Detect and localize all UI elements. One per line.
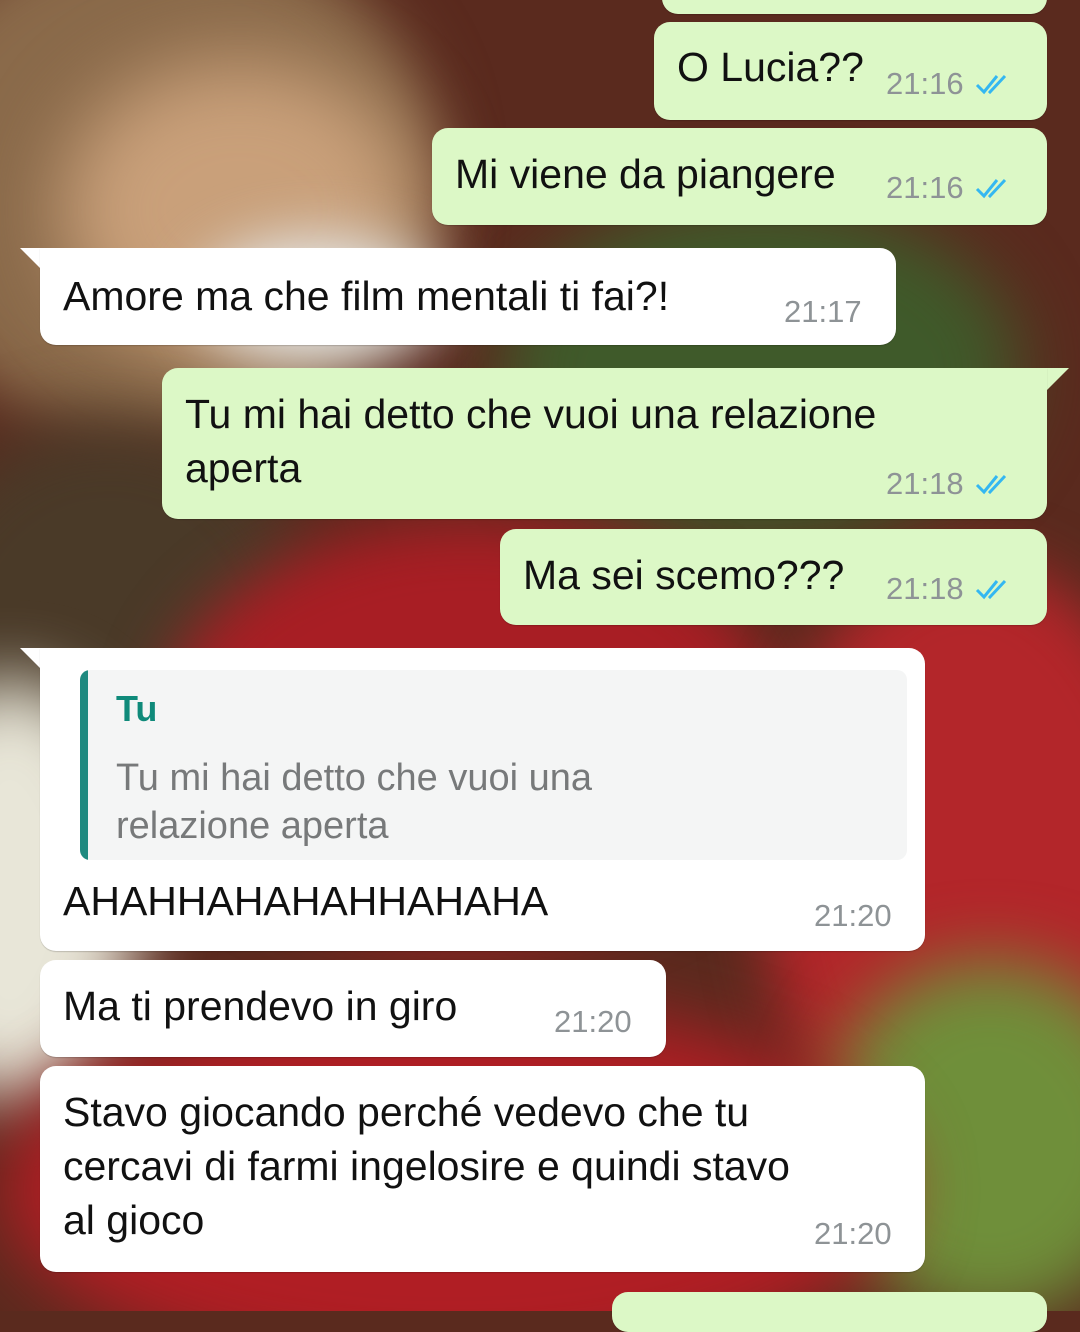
bubble-tail (20, 648, 42, 670)
message-time: 21:18 (886, 466, 964, 501)
quote-accent-bar (80, 670, 88, 860)
partial-message-bubble[interactable] (612, 1292, 1047, 1332)
message-meta: 21:18 (886, 466, 1014, 502)
message-bubble-incoming[interactable]: Ma ti prendevo in giro 21:20 (40, 960, 666, 1057)
message-text: Tu mi hai detto che vuoi una relazione a… (185, 391, 877, 491)
message-meta: 21:17 (784, 294, 862, 330)
message-bubble-outgoing[interactable]: O Lucia?? 21:16 (654, 22, 1047, 120)
message-bubble-outgoing[interactable]: Mi viene da piangere 21:16 (432, 128, 1047, 225)
message-time: 21:20 (814, 1216, 892, 1251)
message-text: Amore ma che film mentali ti fai?! (63, 273, 670, 319)
message-meta: 21:16 (886, 66, 1014, 102)
double-check-icon (975, 579, 1006, 600)
double-check-icon (975, 74, 1006, 95)
message-time: 21:16 (886, 170, 964, 205)
message-meta: 21:20 (814, 1216, 892, 1252)
quote-text: Tu mi hai detto che vuoi una relazione a… (116, 757, 592, 847)
partial-message-bubble[interactable] (662, 0, 1047, 14)
message-time: 21:17 (784, 294, 862, 329)
message-bubble-incoming[interactable]: Amore ma che film mentali ti fai?! 21:17 (40, 248, 896, 345)
reply-message-bubble[interactable]: Tu Tu mi hai detto che vuoi una relazion… (40, 648, 925, 951)
message-text: Mi viene da piangere (455, 151, 836, 197)
message-time: 21:20 (814, 898, 892, 933)
message-meta: 21:20 (554, 1004, 632, 1040)
message-time: 21:20 (554, 1004, 632, 1039)
double-check-icon (975, 474, 1006, 495)
message-text: Ma sei scemo??? (523, 552, 845, 598)
quoted-message[interactable]: Tu Tu mi hai detto che vuoi una relazion… (80, 670, 907, 860)
message-meta: 21:18 (886, 571, 1014, 607)
message-text: Ma ti prendevo in giro (63, 983, 458, 1029)
message-time: 21:18 (886, 571, 964, 606)
message-bubble-outgoing[interactable]: Tu mi hai detto che vuoi una relazione a… (162, 368, 1047, 519)
double-check-icon (975, 178, 1006, 199)
message-text: O Lucia?? (677, 44, 864, 90)
message-bubble-outgoing[interactable]: Ma sei scemo??? 21:18 (500, 529, 1047, 625)
message-meta: 21:16 (886, 170, 1014, 206)
message-text: AHAHHAHAHAHHAHAHA (63, 878, 549, 924)
message-meta: 21:20 (814, 898, 892, 934)
message-text: Stavo giocando perché vedevo che tu cerc… (63, 1089, 790, 1243)
quote-author: Tu (116, 688, 158, 729)
message-time: 21:16 (886, 66, 964, 101)
bubble-tail (20, 248, 42, 270)
bubble-tail (1047, 368, 1069, 390)
message-bubble-incoming[interactable]: Stavo giocando perché vedevo che tu cerc… (40, 1066, 925, 1272)
